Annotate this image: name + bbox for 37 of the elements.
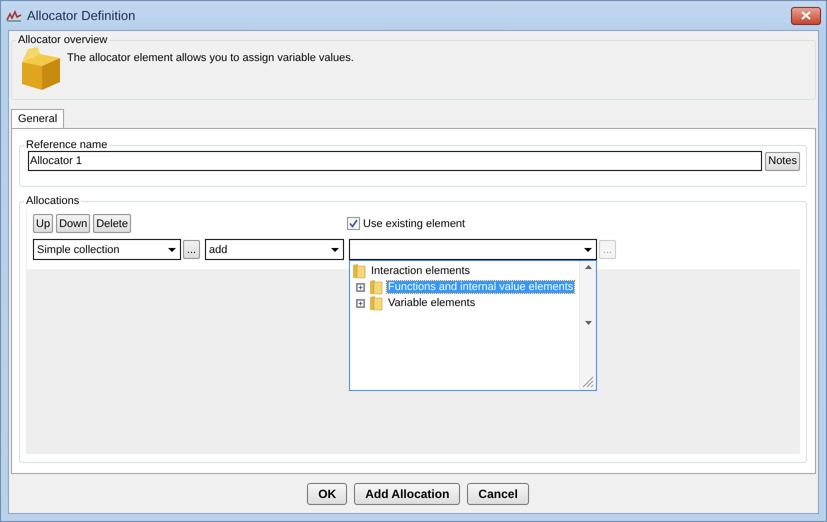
operation-dropdown[interactable]: add <box>205 239 344 260</box>
browse-button[interactable]: ... <box>183 240 200 259</box>
collection-dropdown[interactable]: Simple collection <box>33 239 181 260</box>
folder-icon <box>369 279 383 295</box>
group-title: Reference name <box>25 139 108 151</box>
folder-icon <box>369 295 383 311</box>
scroll-down-icon[interactable] <box>584 320 592 324</box>
app-icon <box>6 10 22 22</box>
dialog-button[interactable]: Add Allocation <box>354 482 460 504</box>
scrollbar[interactable] <box>579 261 596 390</box>
group-title: Allocations <box>25 195 80 207</box>
close-button[interactable] <box>791 6 821 24</box>
expand-icon[interactable] <box>356 298 365 308</box>
toolbar-button[interactable]: Up <box>33 214 54 233</box>
caret-icon <box>584 248 592 252</box>
resize-grip-icon[interactable] <box>582 376 594 388</box>
expand-icon[interactable] <box>356 282 365 292</box>
caret-icon <box>331 248 339 252</box>
toolbar-button[interactable]: Down <box>56 214 90 233</box>
notes-button[interactable]: Notes <box>765 152 800 170</box>
tab[interactable]: General <box>11 109 64 128</box>
scroll-up-icon[interactable] <box>584 265 592 269</box>
overview-description: The allocator element allows you to assign variable values. <box>67 52 354 64</box>
dialog-button[interactable]: OK <box>307 482 348 504</box>
reference-name-field[interactable]: Allocator 1 <box>28 151 762 171</box>
caret-icon <box>168 248 176 252</box>
toolbar-button[interactable]: Delete <box>93 214 131 233</box>
element-dropdown[interactable] <box>349 239 597 260</box>
window-title: Allocator Definition <box>27 8 136 23</box>
folder-icon <box>352 263 366 279</box>
close-icon[interactable] <box>801 11 811 20</box>
group-title: Allocator overview <box>17 34 108 46</box>
tree-item[interactable]: Variable elements <box>387 297 476 309</box>
dialog-button[interactable]: Cancel <box>467 482 529 504</box>
tree-item[interactable]: Interaction elements <box>370 265 472 277</box>
checkbox[interactable] <box>347 217 360 230</box>
checkbox-label: Use existing element <box>363 218 466 230</box>
